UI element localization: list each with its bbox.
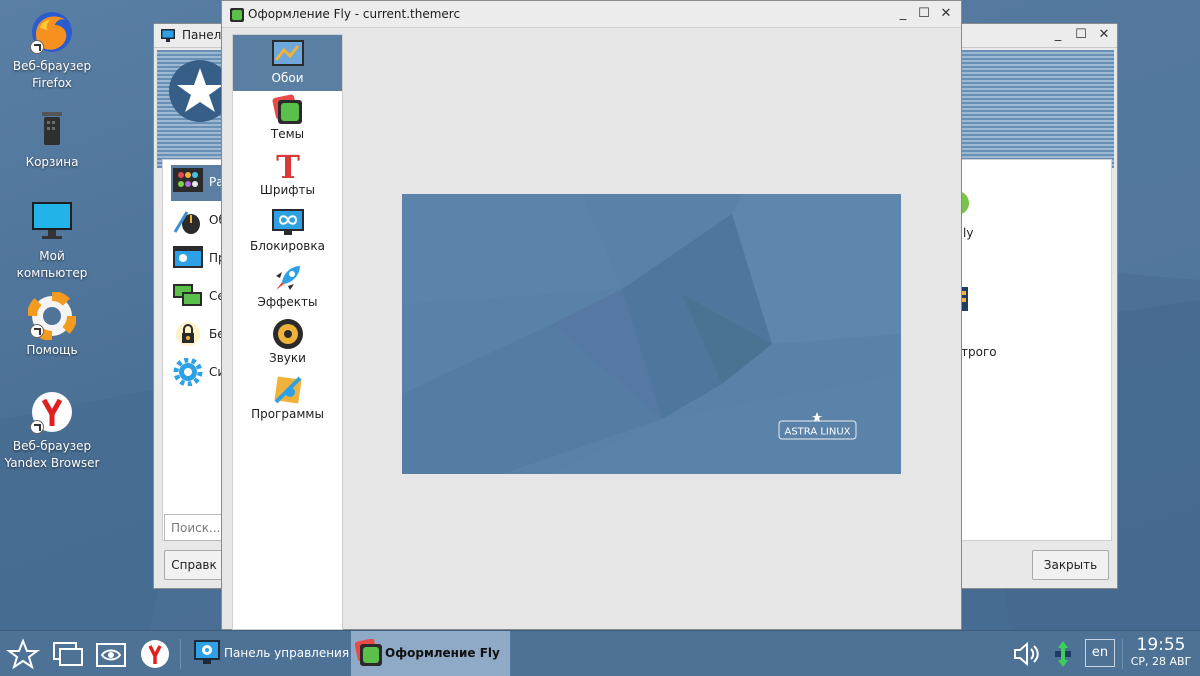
screensaver-icon xyxy=(271,206,304,238)
category-label: Звуки xyxy=(269,351,306,365)
desktop-icon-label: Yandex Browser xyxy=(4,456,100,470)
close-window-button[interactable]: ✕ xyxy=(938,6,954,22)
trash-icon xyxy=(28,104,76,152)
themes-icon xyxy=(272,94,304,126)
category-sounds[interactable]: Звуки xyxy=(233,315,342,371)
category-fonts[interactable]: T Шрифты xyxy=(233,147,342,203)
desktop-icon-trash[interactable]: Корзина xyxy=(0,104,104,171)
monitor-icon xyxy=(28,198,76,246)
window-title: Оформление Fly - current.themerc xyxy=(248,7,461,21)
search-input[interactable]: Поиск... xyxy=(164,514,224,541)
desktop-icon-yandex[interactable]: Веб-браузер Yandex Browser xyxy=(0,388,104,472)
category-label: Шрифты xyxy=(260,183,315,197)
desktop-icon-label: Веб-браузер xyxy=(12,59,92,73)
desktop-icon-firefox[interactable]: Веб-браузер Firefox xyxy=(0,8,104,92)
rocket-icon xyxy=(272,262,304,294)
cp-right-item-label: трого xyxy=(961,345,997,359)
start-menu-star-icon[interactable] xyxy=(6,637,40,671)
brush-mouse-icon xyxy=(173,211,200,234)
yandex-icon xyxy=(28,388,76,436)
lifebuoy-icon xyxy=(27,291,77,341)
task-label: Оформление Fly xyxy=(385,646,500,660)
cp-right-item-label: ly xyxy=(963,226,974,240)
font-t-icon: T xyxy=(272,148,304,186)
desktop-apps-icon xyxy=(173,168,203,192)
show-desktop-eye-icon[interactable] xyxy=(94,637,128,671)
programs-icon xyxy=(272,374,304,406)
fly-appearance-window[interactable]: Оформление Fly - current.themerc _ ☐ ✕ О… xyxy=(221,0,962,630)
lock-sun-icon xyxy=(176,322,200,346)
category-label: Темы xyxy=(270,127,305,141)
desktop-icon-label: Веб-браузер xyxy=(12,439,92,453)
network-status-icon[interactable] xyxy=(1046,637,1080,671)
maximize-button[interactable]: ☐ xyxy=(916,6,932,22)
help-button[interactable]: Справк xyxy=(164,550,224,580)
task-control-panel[interactable]: Панель управления xyxy=(190,631,349,676)
themes-app-icon xyxy=(355,639,382,666)
yandex-browser-launcher-icon[interactable] xyxy=(138,637,172,671)
category-label: Эффекты xyxy=(257,295,318,309)
category-programs[interactable]: Программы xyxy=(233,371,342,427)
themes-app-icon xyxy=(230,8,244,22)
search-placeholder: Поиск... xyxy=(171,521,221,535)
category-effects[interactable]: Эффекты xyxy=(233,259,342,315)
gear-icon xyxy=(173,358,203,386)
taskbar: Панель управления Оформление Fly en 19:5… xyxy=(0,630,1200,676)
close-window-button[interactable]: ✕ xyxy=(1096,27,1112,43)
category-wallpaper[interactable]: Обои xyxy=(233,35,342,91)
wallpaper-preview[interactable]: ASTRA LINUX xyxy=(402,194,901,474)
volume-icon[interactable] xyxy=(1010,637,1044,671)
shortcut-arrow-icon xyxy=(30,324,44,338)
clock-time: 19:55 xyxy=(1136,635,1186,655)
category-sidebar: Обои Темы T Шрифты Блокировка Эффекты Зв… xyxy=(232,34,343,630)
shortcut-arrow-icon xyxy=(30,40,44,54)
maximize-button[interactable]: ☐ xyxy=(1073,27,1089,43)
desktop-icon-label: компьютер xyxy=(16,266,88,280)
minimize-button[interactable]: _ xyxy=(895,6,911,22)
desktop-icon-label: Помощь xyxy=(26,343,78,357)
taskbar-separator xyxy=(1122,639,1123,669)
category-themes[interactable]: Темы xyxy=(233,91,342,147)
app-window-icon xyxy=(173,246,203,268)
category-label: Блокировка xyxy=(250,239,325,253)
astra-star-wallpaper: ASTRA LINUX xyxy=(402,194,901,474)
shortcut-arrow-icon xyxy=(30,420,44,434)
network-icon xyxy=(173,284,202,306)
desktop-icon-help[interactable]: Помощь xyxy=(0,291,104,359)
close-button[interactable]: Закрыть xyxy=(1032,550,1109,580)
category-lock[interactable]: Блокировка xyxy=(233,203,342,259)
task-fly-appearance[interactable]: Оформление Fly xyxy=(351,631,510,676)
desktop-icon-my-computer[interactable]: Мой компьютер xyxy=(0,198,104,282)
clock[interactable]: 19:55 СР, 28 АВГ xyxy=(1126,635,1196,669)
window-switcher-icon[interactable] xyxy=(50,637,84,671)
desktop-icon-label: Мой xyxy=(39,249,65,263)
keyboard-layout-indicator[interactable]: en xyxy=(1085,639,1115,667)
window-titlebar[interactable]: Оформление Fly - current.themerc _ ☐ ✕ xyxy=(222,1,961,28)
taskbar-separator xyxy=(180,639,181,669)
control-panel-gear-icon xyxy=(194,640,220,664)
speaker-icon xyxy=(272,318,304,350)
minimize-button[interactable]: _ xyxy=(1050,27,1066,43)
svg-text:T: T xyxy=(276,150,300,182)
control-panel-icon xyxy=(161,29,175,42)
wallpaper-icon xyxy=(271,38,304,70)
astra-linux-wordmark: ASTRA LINUX xyxy=(784,427,850,438)
task-label: Панель управления xyxy=(224,646,350,660)
category-label: Программы xyxy=(251,407,324,421)
firefox-icon xyxy=(28,8,76,56)
clock-date: СР, 28 АВГ xyxy=(1130,655,1192,668)
category-label: Обои xyxy=(271,71,304,85)
desktop-icon-label: Firefox xyxy=(32,76,72,90)
desktop-icon-label: Корзина xyxy=(25,155,79,169)
